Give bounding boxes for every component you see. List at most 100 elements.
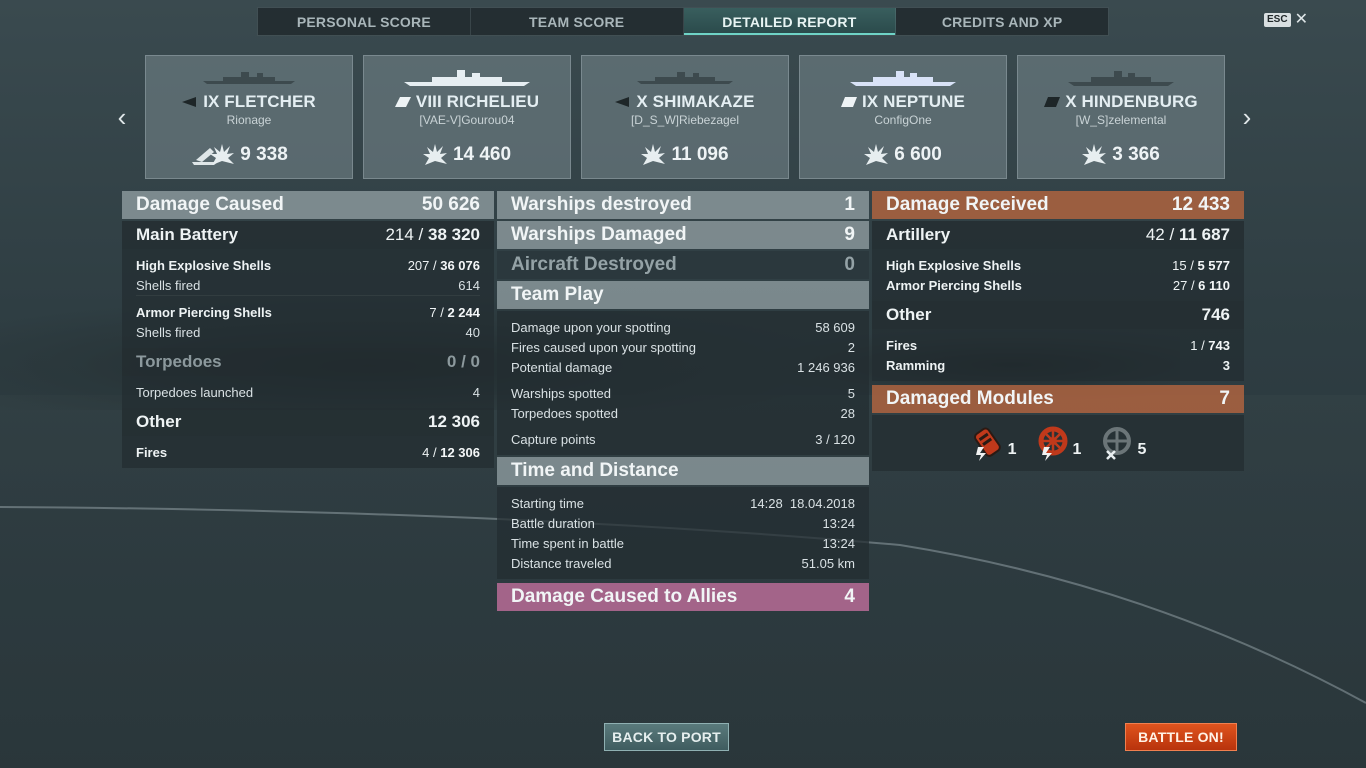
header-value: 1 <box>844 194 855 215</box>
tab-detailed-report[interactable]: DETAILED REPORT <box>683 8 897 35</box>
row-value: 214 / 38 320 <box>385 225 480 245</box>
row-value: 13:24 <box>822 515 855 531</box>
ship-damage: 11 096 <box>671 144 729 165</box>
cruiser-class-icon <box>1044 97 1061 107</box>
row-label: Fires <box>886 337 918 353</box>
row-label: Main Battery <box>136 225 239 244</box>
ship-name: X SHIMAKAZE <box>636 92 755 111</box>
other-damage-details: Fires 4 / 12 306 <box>122 436 494 468</box>
row-label: Potential damage <box>511 359 613 375</box>
artillery-row: Artillery 42 / 11 687 <box>872 221 1244 249</box>
battle-stats-panel: Warships destroyed 1 Warships Damaged 9 … <box>497 191 869 613</box>
player-name: [D_S_W]Riebezagel <box>630 113 740 127</box>
module-engine: 1 <box>970 425 1017 461</box>
header-value: 50 626 <box>421 194 480 215</box>
tab-credits-xp[interactable]: CREDITS AND XP <box>896 8 1108 35</box>
ship-card-richelieu[interactable]: VIII RICHELIEU [VAE-V]Gourou04 14 460 <box>363 55 571 179</box>
module-count: 1 <box>1072 441 1082 458</box>
damage-value: 6 110 <box>1198 277 1230 293</box>
row-value: 27 / 6 110 <box>1172 277 1230 293</box>
prev-arrow-icon[interactable]: ‹ <box>112 104 132 130</box>
damage-received-panel: Damage Received 12 433 Artillery 42 / 11… <box>872 191 1244 471</box>
team-play-header: Team Play <box>497 281 869 309</box>
row-label: High Explosive Shells <box>886 257 1022 273</box>
engine-damaged-icon <box>973 427 1001 461</box>
hits-value: 214 <box>385 225 414 244</box>
damage-caused-header: Damage Caused 50 626 <box>122 191 494 219</box>
other-received-details: Fires 1 / 743 Ramming 3 <box>872 329 1244 381</box>
row-value: 614 <box>458 277 480 293</box>
artillery-details: High Explosive Shells 15 / 5 577 Armor P… <box>872 249 1244 301</box>
destroyer-class-icon <box>182 97 197 107</box>
player-name: ConfigOne <box>874 113 932 127</box>
row-label: Armor Piercing Shells <box>886 277 1022 293</box>
warships-destroyed-header: Warships destroyed 1 <box>497 191 869 219</box>
tab-personal-score[interactable]: PERSONAL SCORE <box>258 8 471 35</box>
header-label: Time and Distance <box>511 460 679 481</box>
next-arrow-icon[interactable]: › <box>1237 104 1257 130</box>
header-label: Warships Damaged <box>511 224 687 245</box>
ship-damage: 9 338 <box>240 144 288 165</box>
capture-points-row: Capture points 3 / 120 <box>511 429 855 449</box>
row-value: 12 306 <box>428 412 480 431</box>
other-received-row: Other 746 <box>872 301 1244 329</box>
hits-value: 27 <box>1172 277 1188 293</box>
damage-caused-panel: Damage Caused 50 626 Main Battery 214 / … <box>122 191 494 468</box>
starting-time-row: Starting time 14:28 18.04.2018 <box>511 493 855 513</box>
team-play-details: Damage upon your spotting 58 609 Fires c… <box>497 311 869 455</box>
ship-name: IX NEPTUNE <box>861 92 966 111</box>
header-value: 9 <box>844 224 855 245</box>
destroyer-class-icon <box>615 97 630 107</box>
spotting-damage-row: Damage upon your spotting 58 609 <box>511 317 855 337</box>
row-label: Damage upon your spotting <box>511 319 671 335</box>
row-label: Shells fired <box>136 277 201 293</box>
row-label: Torpedoes spotted <box>511 405 618 421</box>
row-value: 7 / 2 244 <box>429 304 480 320</box>
damage-value: 11 687 <box>1178 225 1230 244</box>
header-label: Damage Received <box>886 194 1049 215</box>
distance-traveled-row: Distance traveled 51.05 km <box>511 553 855 573</box>
main-battery-details: High Explosive Shells 207 / 36 076 Shell… <box>122 249 494 348</box>
ship-name: IX FLETCHER <box>203 92 316 111</box>
back-to-port-button[interactable]: BACK TO PORT <box>604 723 729 751</box>
ship-card-hindenburg[interactable]: X HINDENBURG [W_S]zelemental 3 366 <box>1017 55 1225 179</box>
report-tabs: PERSONAL SCORE TEAM SCORE DETAILED REPOR… <box>257 7 1109 36</box>
row-value: 4 / 12 306 <box>422 444 480 460</box>
damage-value: 5 577 <box>1197 257 1230 273</box>
torpedoes-details: Torpedoes launched 4 <box>122 376 494 408</box>
row-label: Armor Piercing Shells <box>136 304 272 320</box>
row-label: Fires <box>136 444 168 460</box>
row-label: Ramming <box>886 357 946 373</box>
close-button[interactable]: ESC ✕ <box>1264 12 1308 28</box>
damaged-modules-header: Damaged Modules 7 <box>872 385 1244 413</box>
ship-card-fletcher[interactable]: IX FLETCHER Rionage 9 338 <box>145 55 353 179</box>
damage-explosion-icon <box>641 144 666 165</box>
row-value: 40 <box>465 324 480 340</box>
main-battery-row: Main Battery 214 / 38 320 <box>122 221 494 249</box>
battleship-class-icon <box>394 97 411 107</box>
row-value: 14:28 18.04.2018 <box>750 495 855 511</box>
header-value: 7 <box>1219 388 1230 409</box>
row-value: 4 <box>472 384 480 400</box>
row-label: Distance traveled <box>511 555 612 571</box>
row-label: Torpedoes launched <box>136 384 254 400</box>
row-label: Warships spotted <box>511 385 611 401</box>
torpedoes-launched-row: Torpedoes launched 4 <box>136 382 480 402</box>
cruiser-class-icon <box>840 97 857 107</box>
destroyer-silhouette-icon <box>637 72 733 84</box>
player-name: Rionage <box>226 113 272 127</box>
ship-damage: 3 366 <box>1112 144 1160 165</box>
hits-value: 1 <box>1190 337 1198 353</box>
damage-value: 36 076 <box>440 257 480 273</box>
header-label: Damaged Modules <box>886 388 1054 409</box>
ship-card-neptune[interactable]: IX NEPTUNE ConfigOne 6 600 <box>799 55 1007 179</box>
potential-damage-row: Potential damage 1 246 936 <box>511 357 855 377</box>
battle-on-button[interactable]: BATTLE ON! <box>1125 723 1237 751</box>
damage-to-allies-header: Damage Caused to Allies 4 <box>497 583 869 611</box>
header-label: Aircraft Destroyed <box>511 254 677 275</box>
turret-destroyed-icon <box>1103 427 1132 460</box>
header-label: Team Play <box>511 284 604 305</box>
ship-name: X HINDENBURG <box>1065 92 1198 111</box>
tab-team-score[interactable]: TEAM SCORE <box>471 8 684 35</box>
ship-card-shimakaze[interactable]: X SHIMAKAZE [D_S_W]Riebezagel 11 096 <box>581 55 789 179</box>
